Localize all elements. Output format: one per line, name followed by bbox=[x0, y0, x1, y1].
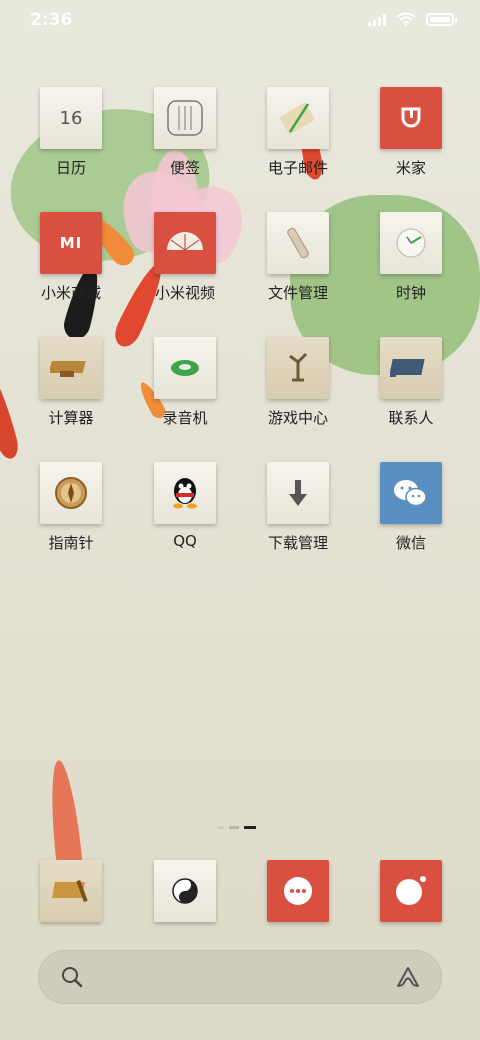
dock-app-camera[interactable] bbox=[361, 860, 461, 922]
camera-icon bbox=[380, 860, 442, 922]
status-time: 2:36 bbox=[30, 10, 73, 30]
app-label: 联系人 bbox=[388, 409, 434, 427]
calendar-icon: 16 bbox=[40, 87, 102, 149]
app-mijia[interactable]: 米家 bbox=[361, 87, 461, 178]
app-game-center[interactable]: 游戏中心 bbox=[248, 337, 348, 428]
yin-yang-icon bbox=[154, 860, 216, 922]
app-calculator[interactable]: 计算器 bbox=[21, 337, 121, 428]
mi-video-icon bbox=[154, 212, 216, 274]
qq-icon bbox=[154, 462, 216, 524]
calculator-icon bbox=[40, 337, 102, 399]
app-label: 米家 bbox=[395, 159, 426, 177]
app-label: 时钟 bbox=[395, 284, 426, 302]
file-manager-icon bbox=[267, 212, 329, 274]
app-label: 文件管理 bbox=[267, 284, 328, 302]
app-mi-store[interactable]: MI 小米商城 bbox=[21, 212, 121, 303]
page-dot-active[interactable] bbox=[244, 826, 256, 829]
page-indicator bbox=[218, 826, 256, 829]
app-compass[interactable]: 指南针 bbox=[21, 462, 121, 553]
page-dot[interactable] bbox=[218, 826, 224, 829]
app-mi-video[interactable]: 小米视频 bbox=[135, 212, 235, 303]
messages-icon bbox=[267, 860, 329, 922]
app-label: 日历 bbox=[55, 159, 86, 177]
status-bar: 2:36 bbox=[0, 0, 480, 40]
dock-app-yin-yang[interactable] bbox=[135, 860, 235, 922]
app-label: 电子邮件 bbox=[267, 159, 328, 177]
app-calendar[interactable]: 16 日历 bbox=[21, 87, 121, 178]
calendar-day: 16 bbox=[59, 107, 83, 129]
app-contacts[interactable]: 联系人 bbox=[361, 337, 461, 428]
recorder-icon bbox=[154, 337, 216, 399]
search-bar[interactable] bbox=[38, 950, 442, 1004]
notes-icon bbox=[154, 87, 216, 149]
app-label: 便签 bbox=[169, 159, 200, 177]
mijia-icon bbox=[380, 87, 442, 149]
contacts-icon bbox=[380, 337, 442, 399]
app-label: 下载管理 bbox=[267, 534, 328, 552]
app-label: 小米商城 bbox=[40, 284, 101, 302]
scroll-icon bbox=[40, 860, 102, 922]
page-dot[interactable] bbox=[229, 826, 239, 829]
app-label: 微信 bbox=[395, 534, 426, 552]
clock-icon bbox=[380, 212, 442, 274]
app-qq[interactable]: QQ bbox=[135, 462, 235, 550]
app-label: 小米视频 bbox=[154, 284, 215, 302]
app-label: 指南针 bbox=[48, 534, 94, 552]
app-download-manager[interactable]: 下载管理 bbox=[248, 462, 348, 553]
compass-icon bbox=[40, 462, 102, 524]
game-center-icon bbox=[267, 337, 329, 399]
dock-app-messages[interactable] bbox=[248, 860, 348, 922]
search-icon[interactable] bbox=[60, 965, 84, 989]
assistant-icon[interactable] bbox=[394, 964, 422, 990]
signal-icon bbox=[368, 12, 386, 26]
wifi-icon bbox=[396, 12, 416, 26]
app-recorder[interactable]: 录音机 bbox=[135, 337, 235, 428]
app-label: 录音机 bbox=[162, 409, 208, 427]
app-label: 游戏中心 bbox=[267, 409, 328, 427]
wechat-icon bbox=[380, 462, 442, 524]
mi-logo-text: MI bbox=[59, 234, 83, 252]
app-file-manager[interactable]: 文件管理 bbox=[248, 212, 348, 303]
app-wechat[interactable]: 微信 bbox=[361, 462, 461, 553]
battery-icon bbox=[426, 12, 457, 26]
email-icon bbox=[267, 87, 329, 149]
wallpaper-koi-fish bbox=[0, 368, 22, 462]
mi-store-icon: MI bbox=[40, 212, 102, 274]
download-manager-icon bbox=[267, 462, 329, 524]
app-email[interactable]: 电子邮件 bbox=[248, 87, 348, 178]
app-label: 计算器 bbox=[48, 409, 94, 427]
app-clock[interactable]: 时钟 bbox=[361, 212, 461, 303]
dock-app-scroll[interactable] bbox=[21, 860, 121, 922]
app-notes[interactable]: 便签 bbox=[135, 87, 235, 178]
app-label: QQ bbox=[173, 532, 197, 550]
